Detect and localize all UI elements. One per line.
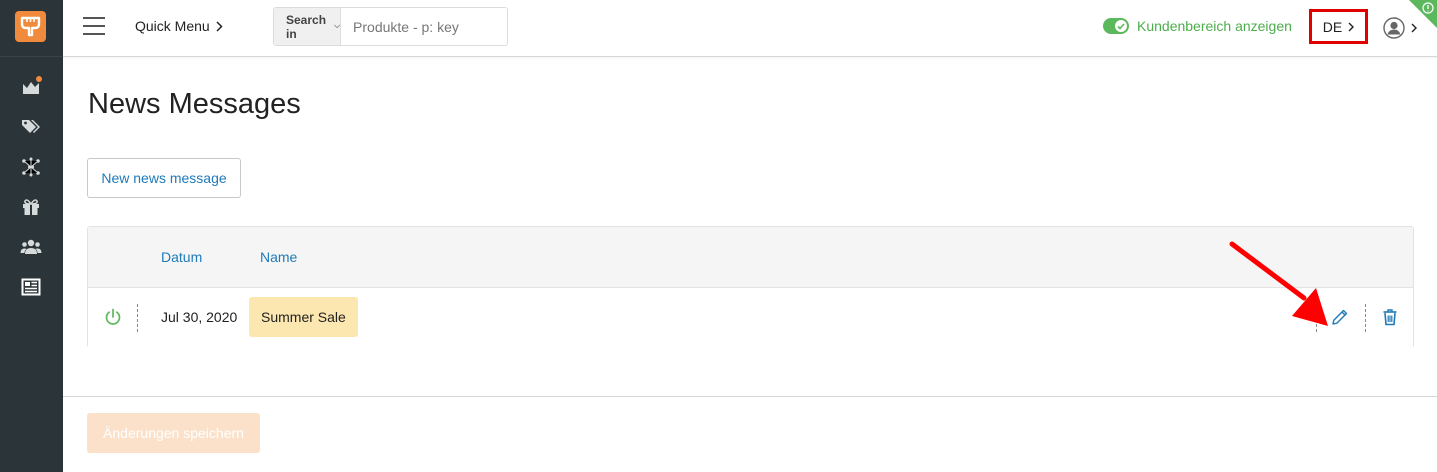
sidebar-item-news[interactable] [18,276,44,298]
gift-icon [23,199,39,215]
new-news-message-button[interactable]: New news message [87,158,241,198]
toggle-knob [1115,20,1127,32]
sidebar-divider [0,56,63,57]
table-header: Datum Name [88,227,1413,288]
news-table: Datum Name Jul 30, 2020 Summer Sale [87,226,1414,348]
info-icon [1422,2,1434,14]
users-icon [20,239,42,254]
column-header-name[interactable]: Name [260,249,297,265]
page-title: News Messages [88,88,301,120]
hamburger-line [83,17,105,19]
column-divider [137,304,138,332]
column-header-date[interactable]: Datum [161,249,202,265]
search-input[interactable] [341,8,507,45]
cell-date: Jul 30, 2020 [161,309,238,325]
tags-icon [22,120,40,133]
topbar: Quick Menu Search in Kundenbereich anzei… [63,0,1437,57]
sidebar [0,0,63,472]
save-changes-button[interactable]: Änderungen speichern [87,413,260,453]
chevron-right-icon [216,20,223,32]
newspaper-icon [21,278,41,296]
search-scope-label: Search in [286,12,327,41]
app-logo[interactable] [15,11,46,42]
notification-dot [36,76,42,82]
annotation-arrow-icon [1229,241,1328,326]
sidebar-item-tags[interactable] [18,116,44,138]
sidebar-item-dashboard[interactable] [18,76,44,98]
sidebar-item-gifts[interactable] [18,196,44,218]
quick-menu-label: Quick Menu [135,18,210,34]
search-scope-dropdown[interactable]: Search in [274,8,342,45]
trash-icon[interactable] [1380,307,1400,327]
check-icon [1117,22,1125,30]
chevron-down-icon [333,24,340,29]
logo-icon [20,16,41,37]
hamburger-line [83,25,105,27]
sidebar-item-network[interactable] [18,156,44,178]
cell-name: Summer Sale [249,297,358,337]
customer-area-label: Kundenbereich anzeigen [1137,18,1292,34]
network-icon [22,157,40,177]
hamburger-line [83,33,105,35]
power-icon[interactable] [104,308,122,326]
footer-divider [63,396,1437,397]
toggle-switch[interactable] [1103,18,1129,34]
chevron-right-icon [1348,22,1355,31]
menu-toggle-button[interactable] [83,16,105,36]
user-avatar-icon [1383,17,1405,39]
language-label: DE [1322,18,1343,35]
language-selector-button[interactable]: DE [1309,9,1368,44]
quick-menu-button[interactable]: Quick Menu [135,18,223,34]
sidebar-item-users[interactable] [18,236,44,258]
search-box: Search in [273,7,508,46]
column-divider [1365,304,1366,332]
customer-area-toggle[interactable]: Kundenbereich anzeigen [1103,18,1292,34]
table-row: Jul 30, 2020 Summer Sale [88,288,1413,348]
